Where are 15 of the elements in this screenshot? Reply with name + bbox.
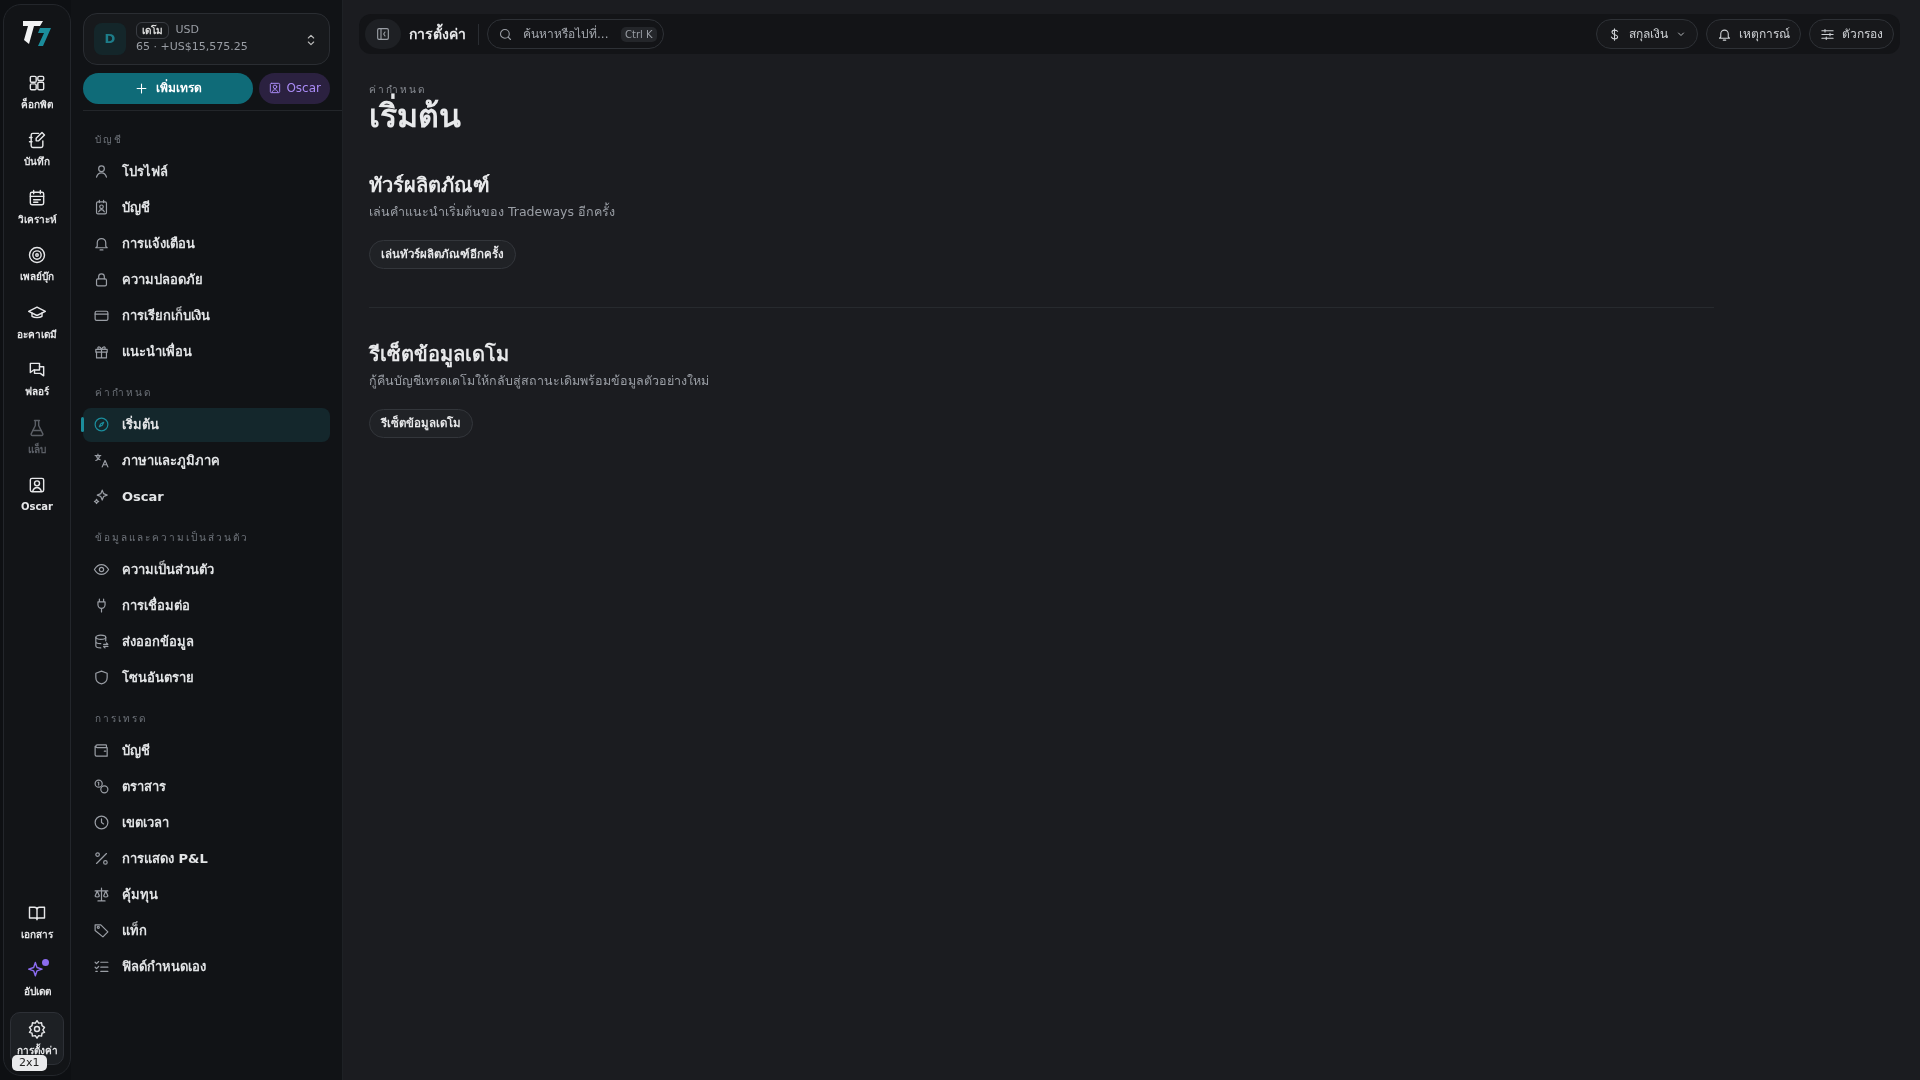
account-summary: 65 · +US$15,575.25	[136, 39, 249, 55]
currency-label: USD	[175, 22, 199, 39]
section-title: ข้อมูลและความเป็นส่วนตัว	[94, 529, 250, 545]
section-title: การเทรด	[94, 711, 148, 726]
size-tooltip: 2x1	[12, 1054, 47, 1071]
page-title: การตั้งค่า	[409, 23, 479, 45]
section-description: กู้คืนบัญชีเทรดเดโมให้กลับสู่สถานะเดิมพร้อมข้อมูลตัวอย่างใหม่	[369, 372, 710, 391]
shortcut-hint: Ctrl K	[621, 26, 657, 42]
section-heading: ทัวร์ผลิตภัณฑ์	[369, 173, 491, 198]
demo-tag: เดโม	[136, 22, 169, 39]
section-title: ค่ากำหนด	[94, 385, 153, 400]
avatar: D	[94, 22, 126, 55]
section-heading: รีเซ็ตข้อมูลเดโม	[369, 342, 510, 367]
section-description: เล่นคำแนะนำเริ่มต้นของ Tradeways อีกครั้ง	[369, 203, 616, 222]
section-title: บัญชี	[94, 132, 124, 147]
